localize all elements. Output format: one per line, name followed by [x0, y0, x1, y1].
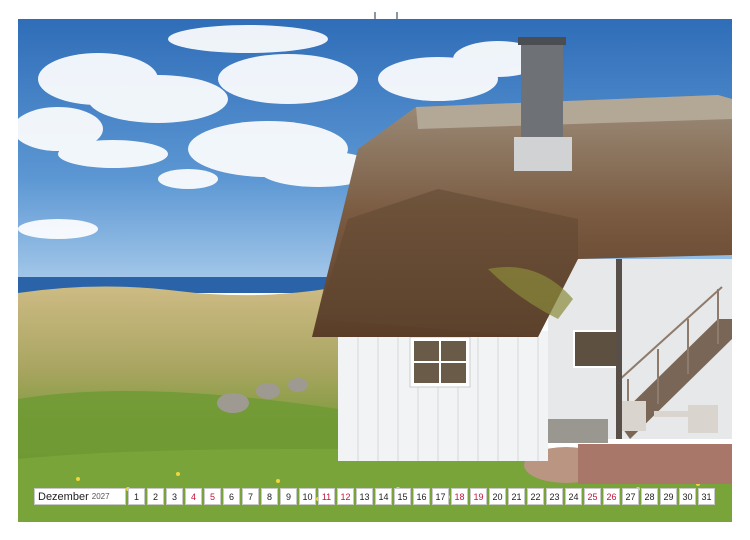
day-cell: 18	[451, 488, 468, 505]
cover-photo	[18, 19, 732, 522]
year-label: 2027	[91, 492, 110, 501]
day-cell: 24	[565, 488, 582, 505]
day-cell: 2	[147, 488, 164, 505]
day-cell: 23	[546, 488, 563, 505]
day-cell: 26	[603, 488, 620, 505]
month-name: Dezember	[38, 490, 89, 503]
day-cell: 9	[280, 488, 297, 505]
month-label: Dezember 2027	[34, 488, 126, 505]
day-cell: 22	[527, 488, 544, 505]
day-cell: 20	[489, 488, 506, 505]
day-cell: 25	[584, 488, 601, 505]
day-cell: 4	[185, 488, 202, 505]
day-cell: 12	[337, 488, 354, 505]
day-cell: 11	[318, 488, 335, 505]
day-cell: 6	[223, 488, 240, 505]
day-cell: 10	[299, 488, 316, 505]
day-cell: 14	[375, 488, 392, 505]
month-calendar-strip: Dezember 2027 1 2 3 4 5 6 7 8 9 10 11 12 13 14 15 16 17 1…	[34, 488, 715, 505]
day-cell: 17	[432, 488, 449, 505]
day-cell: 31	[698, 488, 715, 505]
day-cell: 3	[166, 488, 183, 505]
day-cell: 16	[413, 488, 430, 505]
day-cell: 19	[470, 488, 487, 505]
day-cell: 30	[679, 488, 696, 505]
day-cell: 27	[622, 488, 639, 505]
day-cell: 1	[128, 488, 145, 505]
day-cell: 21	[508, 488, 525, 505]
day-cell: 13	[356, 488, 373, 505]
day-cell: 7	[242, 488, 259, 505]
day-cell: 15	[394, 488, 411, 505]
day-cell: 5	[204, 488, 221, 505]
calendar-page: Dezember 2027 1 2 3 4 5 6 7 8 9 10 11 12 13 14 15 16 17 1…	[0, 0, 750, 540]
day-cell: 28	[641, 488, 658, 505]
day-cell: 8	[261, 488, 278, 505]
day-cell: 29	[660, 488, 677, 505]
